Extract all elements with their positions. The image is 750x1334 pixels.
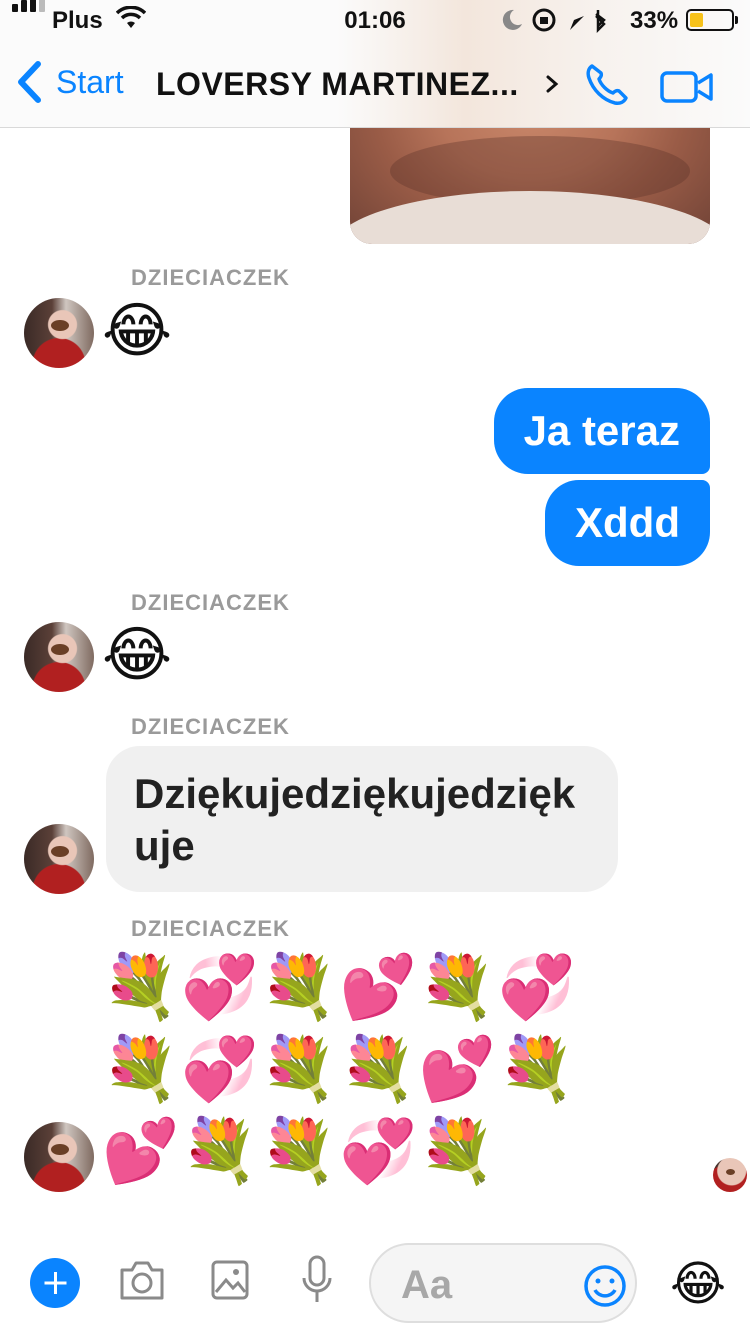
photo-neck [350, 191, 710, 244]
incoming-message[interactable]: Dziękujedziękujedziękuje [106, 746, 618, 892]
emoji-row: 💕💐💐💞💐 [102, 1114, 498, 1187]
status-icons [502, 8, 606, 34]
emoji-row: 💐💞💐💕💐💞 [102, 950, 578, 1023]
avatar[interactable] [24, 824, 94, 894]
quick-emoji-button[interactable]: 😂 [670, 1256, 726, 1312]
emoji-message[interactable]: 😂 [102, 296, 172, 366]
avatar[interactable] [24, 1122, 94, 1192]
battery-icon [686, 9, 738, 31]
avatar[interactable] [24, 298, 94, 368]
sender-name: DZIECIACZEK [131, 916, 290, 941]
read-receipt-avatar [713, 1158, 747, 1192]
back-label: Start [56, 63, 124, 100]
status-bar: Plus 01:06 33% [0, 0, 750, 40]
chat-thread[interactable]: DZIECIACZEK 😂 Ja teraz Xddd DZIECIACZEK … [0, 0, 750, 1230]
back-button[interactable]: Start [16, 60, 124, 104]
battery-percent: 33% [630, 7, 679, 34]
composer-bar: Aa 😂 [0, 1230, 750, 1334]
video-camera-icon[interactable] [660, 70, 714, 104]
camera-icon[interactable] [118, 1258, 166, 1302]
emoji-message[interactable]: 😂 [102, 620, 172, 690]
sender-name: DZIECIACZEK [131, 714, 290, 739]
outgoing-message[interactable]: Ja teraz [493, 388, 710, 474]
microphone-icon[interactable] [300, 1254, 334, 1306]
bluetooth-icon [595, 10, 606, 34]
chevron-right-icon[interactable] [545, 74, 559, 94]
message-input[interactable]: Aa [369, 1243, 637, 1323]
moon-icon [502, 9, 522, 30]
image-icon[interactable] [210, 1258, 250, 1302]
outgoing-message[interactable]: Xddd [545, 480, 710, 566]
emoji-row: 💐💞💐💐💕💐 [102, 1032, 578, 1105]
back-chevron-icon [18, 61, 41, 103]
header: Plus 01:06 33% Start LOVERSY MARTINEZ... [0, 0, 750, 128]
nav-bar: Start LOVERSY MARTINEZ... [0, 40, 750, 128]
sender-name: DZIECIACZEK [131, 265, 290, 290]
sender-name: DZIECIACZEK [131, 590, 290, 615]
phone-icon[interactable] [583, 60, 631, 108]
plus-icon[interactable] [30, 1258, 80, 1308]
location-icon [570, 16, 584, 30]
smiley-icon[interactable] [583, 1264, 627, 1308]
avatar[interactable] [24, 622, 94, 692]
emoji-flowers-message[interactable]: 💐💞💐💕💐💞 💐💞💐💐💕💐 💕💐💐💞💐 [102, 946, 602, 1192]
message-placeholder: Aa [401, 1263, 453, 1307]
conversation-title[interactable]: LOVERSY MARTINEZ... [156, 66, 519, 103]
